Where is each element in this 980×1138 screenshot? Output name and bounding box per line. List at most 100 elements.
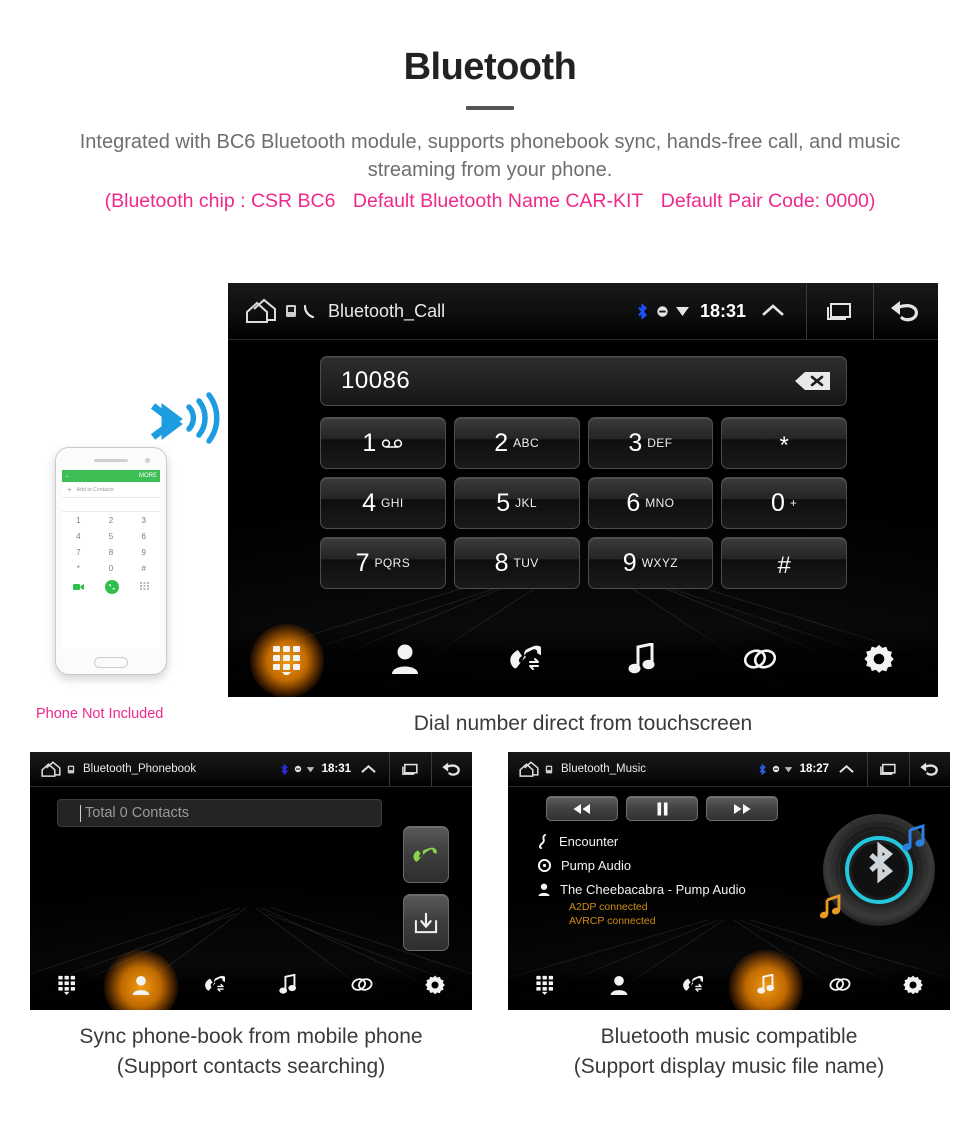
status-bar: Bluetooth_Phonebook 18:31 — [30, 752, 472, 787]
nav-settings[interactable] — [876, 975, 950, 1000]
plus-icon: + — [67, 485, 72, 494]
key-0[interactable]: 0 + — [721, 477, 847, 529]
sdcard-icon — [67, 765, 75, 773]
skip-previous-icon — [573, 803, 590, 814]
nav-call-log[interactable] — [655, 974, 729, 1000]
download-contacts-button[interactable] — [403, 894, 449, 951]
nav-call-log[interactable] — [177, 974, 251, 1000]
key-digit: * — [779, 432, 789, 459]
track-title-row: Encounter — [538, 834, 838, 849]
next-button[interactable] — [706, 796, 778, 821]
nav-pair[interactable] — [803, 976, 877, 998]
nav-settings[interactable] — [820, 644, 938, 679]
previous-button[interactable] — [546, 796, 618, 821]
chevron-up-icon[interactable] — [838, 763, 855, 776]
key-1[interactable]: 1 — [320, 417, 446, 469]
phone-add-contact-label: Add to Contacts — [76, 486, 114, 493]
recents-icon[interactable] — [879, 762, 898, 776]
clock: 18:31 — [699, 300, 746, 321]
nav-settings[interactable] — [398, 975, 472, 1000]
track-artist-row: The Cheebacabra - Pump Audio — [538, 882, 838, 897]
recents-icon[interactable] — [401, 762, 420, 776]
key-4[interactable]: 4 GHI — [320, 477, 446, 529]
key-digit: 2 — [494, 428, 509, 457]
nav-music[interactable] — [251, 973, 325, 1000]
caption-line-2: (Support contacts searching) — [116, 1055, 386, 1079]
green-call-icon — [413, 847, 437, 862]
nav-pair[interactable] — [701, 646, 819, 677]
dial-keypad[interactable]: 1 2 ABC 3 DEF * 4 GHI 5 JKL 6 MNO 0 + 7 … — [320, 417, 847, 589]
key-star[interactable]: * — [721, 417, 847, 469]
home-icon[interactable] — [518, 760, 540, 778]
nav-dialpad[interactable] — [30, 974, 104, 1000]
nav-contacts[interactable] — [346, 643, 464, 679]
dial-panel-caption: Dial number direct from touchscreen — [413, 712, 753, 735]
call-log-icon — [681, 974, 705, 1000]
track-title: Encounter — [559, 834, 619, 849]
bluetooth-icon — [638, 302, 647, 320]
call-log-icon — [507, 643, 543, 680]
back-arrow-icon[interactable] — [439, 760, 465, 778]
skip-next-icon — [734, 803, 751, 814]
home-icon[interactable] — [40, 760, 62, 778]
key-letters: WXYZ — [641, 556, 678, 570]
music-panel-caption: Bluetooth music compatible (Support disp… — [508, 1022, 950, 1083]
chevron-up-icon[interactable] — [360, 763, 377, 776]
nav-call-log[interactable] — [465, 643, 583, 680]
key-6[interactable]: 6 MNO — [587, 477, 714, 529]
back-arrow-icon[interactable] — [886, 297, 926, 325]
key-letters: TUV — [513, 556, 539, 570]
phone-body: ← MORE + Add to Contacts 1 2 3 4 5 6 7 8… — [55, 447, 167, 675]
nav-music[interactable] — [729, 973, 803, 1000]
call-button[interactable] — [403, 826, 449, 883]
chevron-up-icon[interactable] — [760, 301, 786, 321]
key-5[interactable]: 5 JKL — [453, 477, 580, 529]
nav-pair[interactable] — [325, 976, 399, 998]
key-3[interactable]: 3 DEF — [587, 417, 714, 469]
phone-appbar: ← MORE — [62, 470, 160, 482]
key-digit: 4 — [362, 488, 377, 517]
key-9[interactable]: 9 WXYZ — [587, 537, 714, 589]
nav-dialpad[interactable] — [508, 974, 582, 1000]
dialpad-icon — [535, 974, 555, 1000]
bluetooth-music-screenshot: Bluetooth_Music 18:27 Encounter Pump Aud… — [508, 752, 950, 1010]
bottom-navbar[interactable] — [228, 625, 938, 697]
nav-contacts[interactable] — [582, 975, 656, 1000]
home-icon[interactable] — [244, 298, 278, 325]
bottom-navbar[interactable] — [508, 964, 950, 1010]
phone-key: * — [76, 563, 80, 573]
nav-contacts[interactable] — [104, 975, 178, 1000]
music-track-info: Encounter Pump Audio The Cheebacabra - P… — [538, 834, 838, 928]
key-digit: 5 — [496, 488, 511, 517]
key-digit: 0 — [770, 488, 785, 517]
bottom-navbar[interactable] — [30, 964, 472, 1010]
backspace-icon[interactable] — [794, 370, 832, 392]
contact-person-icon — [391, 643, 419, 679]
key-letters: JKL — [515, 496, 538, 510]
key-2[interactable]: 2 ABC — [453, 417, 580, 469]
phone-call-icon — [104, 580, 119, 594]
key-hash[interactable]: # — [721, 537, 847, 589]
contacts-search-input[interactable]: Total 0 Contacts — [57, 799, 382, 827]
sdcard-icon — [545, 765, 553, 773]
recents-icon[interactable] — [825, 300, 855, 322]
dial-number-field[interactable]: 10086 — [320, 356, 847, 406]
orange-music-note — [819, 894, 841, 919]
wifi-icon — [306, 766, 314, 772]
phone-keypad: 1 2 3 4 5 6 7 8 9 * 0 # — [62, 512, 160, 576]
back-arrow-icon[interactable] — [917, 760, 943, 778]
pause-button[interactable] — [626, 796, 698, 821]
screen-title: Bluetooth_Music — [561, 763, 647, 775]
mute-icon — [772, 765, 779, 773]
status-bar-right: 18:31 — [280, 752, 472, 786]
nav-music[interactable] — [583, 641, 701, 680]
contact-person-icon — [132, 975, 150, 1000]
key-7[interactable]: 7 PQRS — [320, 537, 446, 589]
download-contacts-icon — [414, 912, 438, 933]
phone-camera — [145, 458, 150, 463]
nav-dialpad[interactable] — [228, 643, 346, 680]
music-transport-controls[interactable] — [546, 796, 778, 821]
phone-screen: ← MORE + Add to Contacts 1 2 3 4 5 6 7 8… — [62, 470, 160, 648]
clock: 18:27 — [799, 763, 829, 775]
key-8[interactable]: 8 TUV — [453, 537, 580, 589]
